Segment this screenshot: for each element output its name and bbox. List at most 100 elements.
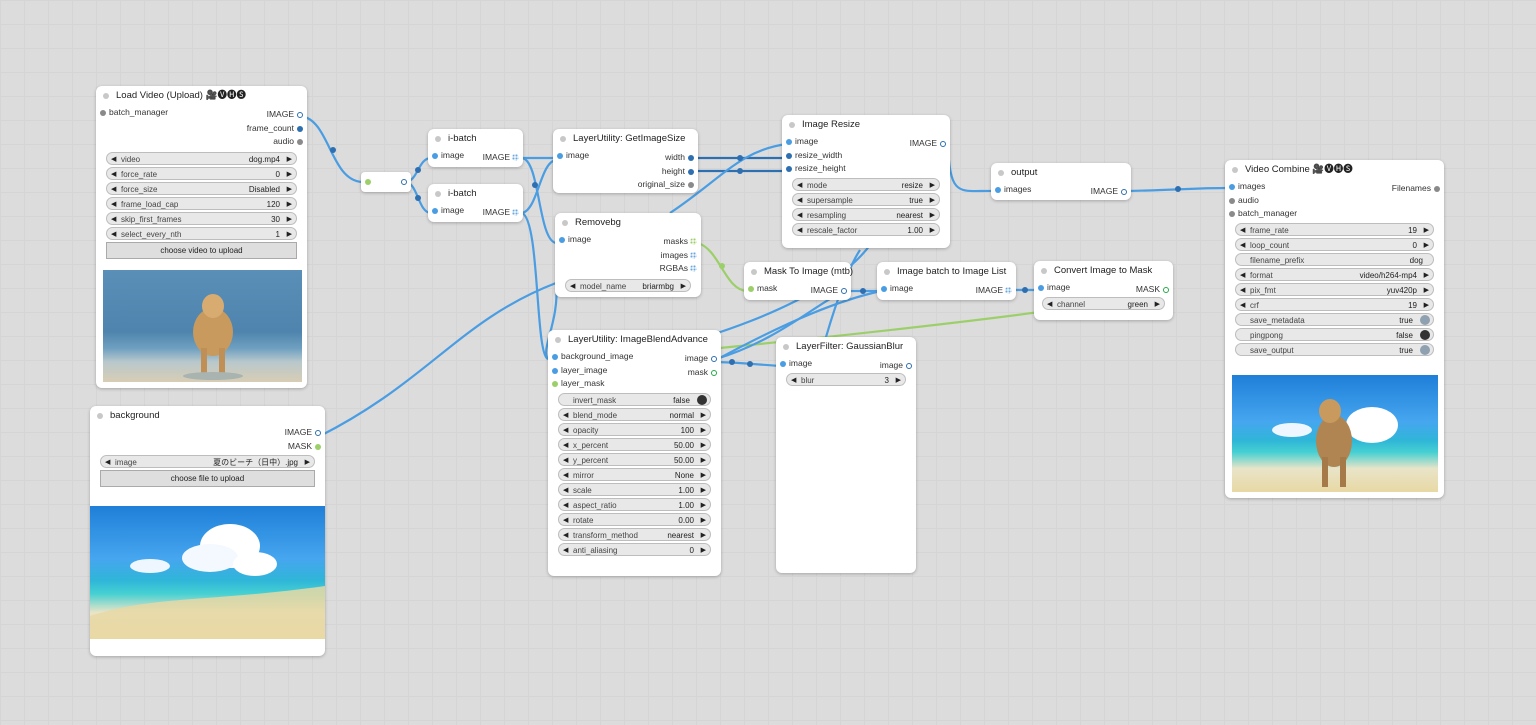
image-resize-node[interactable]: Image Resize image resize_width resize_h… <box>782 115 950 248</box>
get-image-size-node[interactable]: LayerUtility: GetImageSize image width h… <box>553 129 698 193</box>
increment-arrow: ▶ <box>700 426 706 434</box>
node-title[interactable]: Load Video (Upload) 🎥🅥🅗🅢 <box>96 86 307 106</box>
widget-blur[interactable]: ◀ blur 3 ▶ <box>786 372 906 386</box>
ibatch-node-2[interactable]: i-batch image IMAGE <box>428 184 523 222</box>
choose-file-button[interactable]: choose file to upload <box>100 470 315 487</box>
mask-to-image-node[interactable]: Mask To Image (mtb) mask IMAGE <box>744 262 853 300</box>
reroute-input-dot[interactable] <box>365 179 371 185</box>
output-slot-frame-count[interactable]: frame_count <box>187 122 307 136</box>
output-slot-image[interactable]: image <box>661 352 721 366</box>
output-slot-image[interactable]: IMAGE <box>811 284 851 298</box>
widget-force-size[interactable]: ◀ force_size Disabled ▶ <box>106 181 297 195</box>
widget-anti-aliasing[interactable]: ◀ anti_aliasing 0 ▶ <box>558 542 711 556</box>
widget-mode[interactable]: ◀ mode resize ▶ <box>792 177 940 191</box>
output-slot-images[interactable]: images <box>631 249 701 263</box>
input-slot-batch-manager[interactable]: batch_manager <box>1225 207 1444 221</box>
widget-y-percent[interactable]: ◀ y_percent 50.00 ▶ <box>558 452 711 466</box>
removebg-node[interactable]: Removebg image masks images RGBAs ◀ model… <box>555 213 701 297</box>
input-slot-audio[interactable]: audio <box>1225 194 1444 208</box>
node-title[interactable]: i-batch <box>428 184 523 204</box>
node-title[interactable]: Image Resize <box>782 115 950 135</box>
widget-pix-fmt[interactable]: ◀ pix_fmt yuv420p ▶ <box>1235 282 1434 296</box>
choose-video-button[interactable]: choose video to upload <box>106 241 297 259</box>
node-title[interactable]: Removebg <box>555 213 701 233</box>
output-slot-image[interactable]: image <box>880 359 916 373</box>
widget-opacity[interactable]: ◀ opacity 100 ▶ <box>558 422 711 436</box>
node-title[interactable]: Convert Image to Mask <box>1034 261 1173 281</box>
node-title[interactable]: output <box>991 163 1131 183</box>
input-slot-resize-width[interactable]: resize_width <box>782 149 950 163</box>
output-slot-mask[interactable]: MASK <box>90 440 325 454</box>
load-video-node[interactable]: Load Video (Upload) 🎥🅥🅗🅢 batch_manager I… <box>96 86 307 388</box>
widget-select-every-nth[interactable]: ◀ select_every_nth 1 ▶ <box>106 226 297 240</box>
ibatch-node-1[interactable]: i-batch image IMAGE <box>428 129 523 167</box>
input-slot-layer-mask[interactable]: layer_mask <box>548 377 721 391</box>
batch-to-list-node[interactable]: Image batch to Image List image IMAGE <box>877 262 1016 300</box>
widget-model-name[interactable]: ◀ model_name briarmbg ▶ <box>565 278 691 292</box>
link-ibatch2-to-blend <box>521 211 549 361</box>
output-slot-rgbas[interactable]: RGBAs <box>631 262 701 276</box>
output-node[interactable]: output images IMAGE <box>991 163 1131 200</box>
toggle-save-output[interactable]: save_output true <box>1235 342 1434 356</box>
node-title[interactable]: Video Combine 🎥🅥🅗🅢 <box>1225 160 1444 180</box>
widget-format[interactable]: ◀ format video/h264-mp4 ▶ <box>1235 267 1434 281</box>
output-slot-masks[interactable]: masks <box>631 235 701 249</box>
reroute-node[interactable] <box>361 172 411 192</box>
background-node[interactable]: background IMAGE MASK ◀ image 夏のビーチ（日中）.jp… <box>90 406 325 656</box>
node-title[interactable]: background <box>90 406 325 426</box>
output-slot-width[interactable]: width <box>618 151 698 165</box>
decrement-arrow: ◀ <box>791 376 797 384</box>
widget-mirror[interactable]: ◀ mirror None ▶ <box>558 467 711 481</box>
widget-supersample[interactable]: ◀ supersample true ▶ <box>792 192 940 206</box>
widget-resampling[interactable]: ◀ resampling nearest ▶ <box>792 207 940 221</box>
widget-force-rate[interactable]: ◀ force_rate 0 ▶ <box>106 166 297 180</box>
output-slot-image[interactable]: IMAGE <box>910 137 950 151</box>
widget-x-percent[interactable]: ◀ x_percent 50.00 ▶ <box>558 437 711 451</box>
node-title[interactable]: LayerUtility: GetImageSize <box>553 129 698 149</box>
output-slot-image[interactable]: IMAGE <box>976 284 1016 298</box>
decrement-arrow: ◀ <box>105 459 111 466</box>
node-title[interactable]: Mask To Image (mtb) <box>744 262 853 282</box>
widget-frame-load-cap[interactable]: ◀ frame_load_cap 120 ▶ <box>106 196 297 210</box>
gaussian-blur-node[interactable]: LayerFilter: GaussianBlur image image ◀ b… <box>776 337 916 573</box>
output-slot-image[interactable]: IMAGE <box>483 206 523 220</box>
output-slot-filenames[interactable]: Filenames <box>1392 182 1444 196</box>
node-title[interactable]: LayerFilter: GaussianBlur <box>776 337 916 357</box>
widget-blend-mode[interactable]: ◀ blend_mode normal ▶ <box>558 407 711 421</box>
convert-image-to-mask-node[interactable]: Convert Image to Mask image MASK ◀ channe… <box>1034 261 1173 320</box>
widget-channel[interactable]: ◀ channel green ▶ <box>1042 296 1165 310</box>
output-slot-height[interactable]: height <box>618 165 698 179</box>
reroute-output-dot[interactable] <box>401 179 407 185</box>
toggle-pingpong[interactable]: pingpong false <box>1235 327 1434 341</box>
node-title[interactable]: i-batch <box>428 129 523 149</box>
video-combine-node[interactable]: Video Combine 🎥🅥🅗🅢 images audio batch_ma… <box>1225 160 1444 498</box>
widget-video[interactable]: ◀ video dog.mp4 ▶ <box>106 151 297 165</box>
widget-image[interactable]: ◀ image 夏のビーチ（日中）.jpg ▶ <box>100 455 315 468</box>
decrement-arrow: ◀ <box>797 181 803 189</box>
output-slot-mask[interactable]: MASK <box>1136 283 1173 297</box>
output-slot-original-size[interactable]: original_size <box>618 178 698 192</box>
increment-arrow: ▶ <box>929 211 935 219</box>
toggle-invert-mask[interactable]: invert_mask false <box>558 392 711 406</box>
widget-transform-method[interactable]: ◀ transform_method nearest ▶ <box>558 527 711 541</box>
output-slot-image[interactable]: IMAGE <box>90 426 325 440</box>
image-blend-advance-node[interactable]: LayerUtility: ImageBlendAdvance backgrou… <box>548 330 721 576</box>
output-slot-image[interactable]: IMAGE <box>187 108 307 122</box>
widget-skip-first-frames[interactable]: ◀ skip_first_frames 30 ▶ <box>106 211 297 225</box>
widget-rotate[interactable]: ◀ rotate 0.00 ▶ <box>558 512 711 526</box>
node-title[interactable]: Image batch to Image List <box>877 262 1016 282</box>
widget-frame-rate[interactable]: ◀ frame_rate 19 ▶ <box>1235 222 1434 236</box>
widget-filename-prefix[interactable]: filename_prefix dog <box>1235 252 1434 266</box>
output-slot-audio[interactable]: audio <box>187 135 307 149</box>
output-slot-image[interactable]: IMAGE <box>1091 185 1131 199</box>
widget-rescale-factor[interactable]: ◀ rescale_factor 1.00 ▶ <box>792 222 940 236</box>
node-title[interactable]: LayerUtility: ImageBlendAdvance <box>548 330 721 350</box>
output-slot-image[interactable]: IMAGE <box>483 151 523 165</box>
input-slot-resize-height[interactable]: resize_height <box>782 162 950 176</box>
widget-crf[interactable]: ◀ crf 19 ▶ <box>1235 297 1434 311</box>
toggle-save-metadata[interactable]: save_metadata true <box>1235 312 1434 326</box>
widget-loop-count[interactable]: ◀ loop_count 0 ▶ <box>1235 237 1434 251</box>
output-slot-mask[interactable]: mask <box>661 366 721 380</box>
widget-scale[interactable]: ◀ scale 1.00 ▶ <box>558 482 711 496</box>
widget-aspect-ratio[interactable]: ◀ aspect_ratio 1.00 ▶ <box>558 497 711 511</box>
